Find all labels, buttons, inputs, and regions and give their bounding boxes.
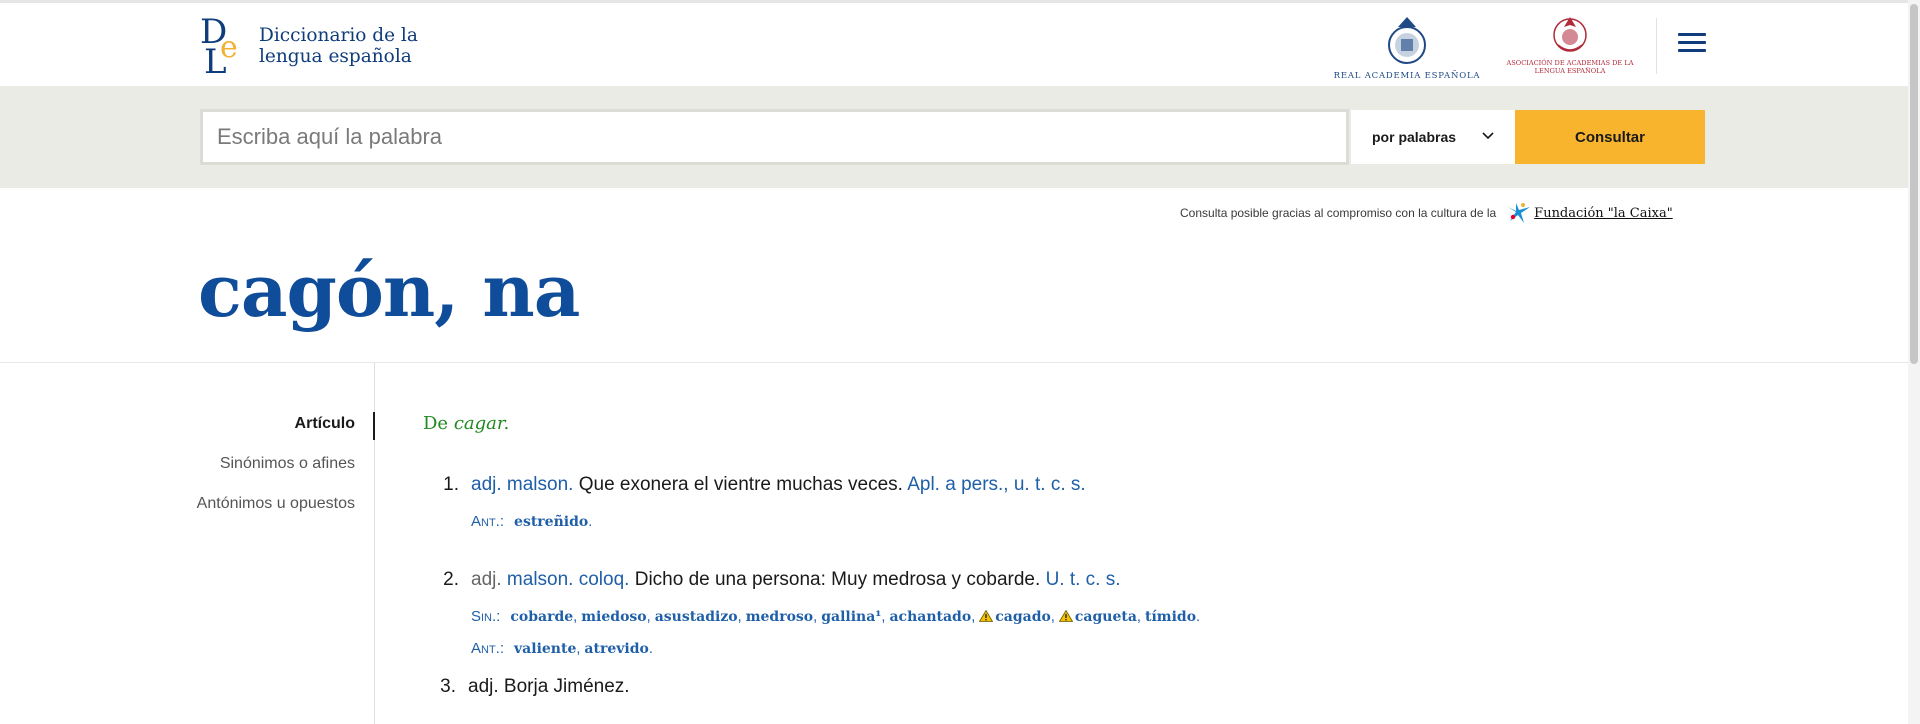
sense-abbr-adj[interactable]: adj. <box>471 569 502 590</box>
sense-3: 3. adj. Borja Jiménez. <box>423 676 630 698</box>
consultar-button[interactable]: Consultar <box>1515 110 1705 164</box>
site-header: D L e Diccionario de la lengua española … <box>0 3 1908 86</box>
article-sidebar: Artículo Sinónimos o afines Antónimos u … <box>0 363 375 724</box>
sponsor-link[interactable]: Fundación "la Caixa" <box>1534 206 1673 221</box>
rae-label: REAL ACADEMIA ESPAÑOLA <box>1333 71 1481 81</box>
synonym-link[interactable]: medroso <box>746 609 813 625</box>
sense-definition: Dicho de una persona: Muy medrosa y coba… <box>634 569 1041 590</box>
sense-abbr[interactable]: adj. malson. <box>471 474 573 495</box>
antonyms-row-1: Ant.: estreñido. <box>471 513 593 530</box>
scrollbar-thumb[interactable] <box>1910 4 1918 364</box>
synonym-link[interactable]: gallina¹ <box>821 609 881 625</box>
hamburger-menu-icon[interactable] <box>1678 33 1706 57</box>
search-bar: por palabras Consultar <box>0 86 1908 188</box>
asale-logo[interactable]: ASOCIACIÓN DE ACADEMIAS DE LA LENGUA ESP… <box>1500 13 1640 83</box>
sidebar-item-articulo[interactable]: Artículo <box>295 415 355 433</box>
antonym-link[interactable]: estreñido <box>514 514 588 530</box>
warning-triangle-icon <box>1058 610 1073 622</box>
site-title[interactable]: Diccionario de la lengua española <box>259 25 418 67</box>
antonyms-row-2: Ant.: valiente, atrevido. <box>471 640 653 657</box>
synonym-link[interactable]: miedoso <box>581 609 646 625</box>
synonym-link[interactable]: cagado <box>995 609 1051 625</box>
sponsor-text: Consulta posible gracias al compromiso c… <box>1180 206 1497 220</box>
asale-label: ASOCIACIÓN DE ACADEMIAS DE LA LENGUA ESP… <box>1500 59 1640 75</box>
chevron-down-icon <box>1482 132 1494 140</box>
sense-number: 2. <box>443 569 459 590</box>
caixa-star-icon <box>1508 203 1531 223</box>
antonym-link[interactable]: atrevido <box>584 641 648 657</box>
article-body: De cagar. 1. adj. malson. Que exonera el … <box>423 363 1863 724</box>
etymology: De cagar. <box>423 413 509 434</box>
sense-number: 1. <box>443 474 459 495</box>
synonyms-row-2: Sin.: cobarde, miedoso, asustadizo, medr… <box>471 608 1201 625</box>
asale-crest-icon <box>1553 17 1587 52</box>
svg-text:e: e <box>220 30 238 65</box>
sense-text: adj. Borja Jiménez. <box>468 676 630 697</box>
sense-2: 2. adj. malson. coloq. Dicho de una perso… <box>423 569 1121 591</box>
sense-abbr[interactable]: malson. coloq. <box>507 569 630 590</box>
sense-number: 3. <box>440 676 456 697</box>
sidebar-item-sinonimos[interactable]: Sinónimos o afines <box>220 455 355 473</box>
rae-logo[interactable]: REAL ACADEMIA ESPAÑOLA <box>1332 13 1482 83</box>
sense-1: 1. adj. malson. Que exonera el vientre mu… <box>423 474 1086 496</box>
search-input[interactable] <box>200 109 1349 165</box>
synonyms-label: Sin.: <box>471 608 501 625</box>
synonym-link[interactable]: asustadizo <box>655 609 738 625</box>
synonym-link[interactable]: tímido <box>1145 609 1196 625</box>
search-mode-value: por palabras <box>1372 129 1457 145</box>
dle-logo[interactable]: D L e <box>200 13 246 77</box>
antonyms-label: Ant.: <box>471 513 505 530</box>
site-title-line1: Diccionario de la <box>259 25 418 46</box>
sense-definition: Que exonera el vientre muchas veces. <box>578 474 903 495</box>
active-indicator <box>373 412 375 440</box>
sidebar-item-antonimos[interactable]: Antónimos u opuestos <box>197 495 355 513</box>
antonym-link[interactable]: valiente <box>514 641 576 657</box>
etymology-prefix: De <box>423 413 449 434</box>
asale-label-line1: ASOCIACIÓN DE ACADEMIAS DE LA <box>1506 59 1634 67</box>
site-title-line2: lengua española <box>259 46 412 67</box>
asale-label-line2: LENGUA ESPAÑOLA <box>1534 67 1606 75</box>
warning-triangle-icon <box>979 610 994 622</box>
etymology-word[interactable]: cagar. <box>454 413 509 434</box>
synonym-link[interactable]: cagueta <box>1075 609 1137 625</box>
synonym-link[interactable]: achantado <box>889 609 971 625</box>
search-mode-select[interactable]: por palabras <box>1351 110 1515 164</box>
headword: cagón, na <box>198 248 580 333</box>
sponsor-banner: Consulta posible gracias al compromiso c… <box>1180 200 1673 226</box>
rae-crest-icon <box>1388 17 1426 64</box>
antonyms-label: Ant.: <box>471 640 505 657</box>
sense-usage[interactable]: U. t. c. s. <box>1046 569 1121 590</box>
sense-usage[interactable]: Apl. a pers., u. t. c. s. <box>907 474 1085 495</box>
header-divider <box>1656 18 1657 74</box>
page-scrollbar[interactable] <box>1908 0 1920 724</box>
synonym-link[interactable]: cobarde <box>510 609 573 625</box>
